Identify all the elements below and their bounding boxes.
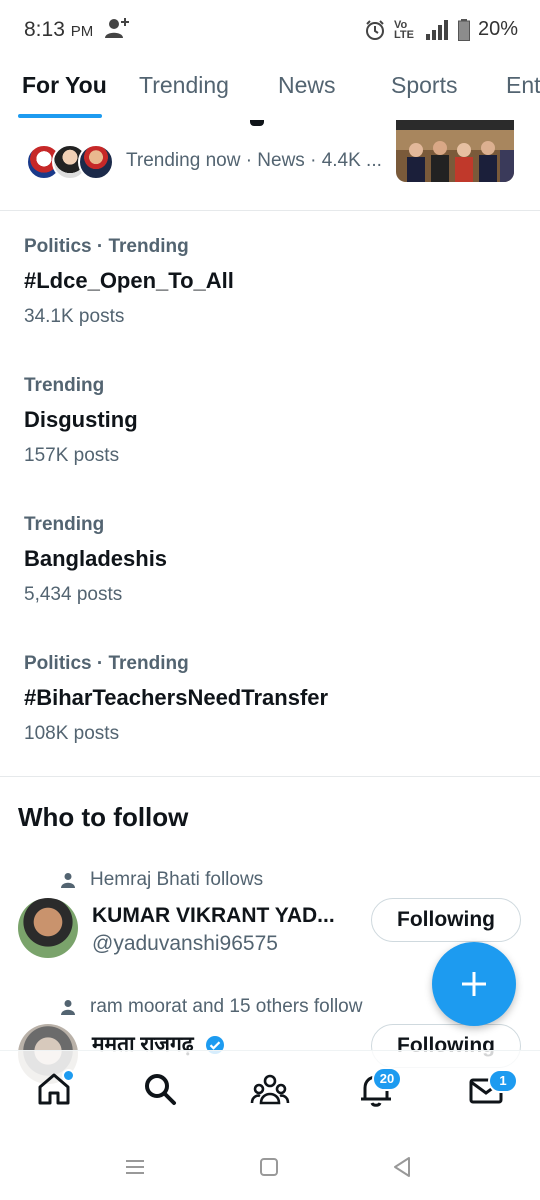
signal-icon	[425, 19, 448, 40]
trend-title: Bangladeshis	[24, 546, 168, 571]
compose-button[interactable]	[432, 942, 516, 1026]
person-icon	[61, 873, 75, 888]
trend-item[interactable]: Politics · Trending #Ldce_Open_To_All 34…	[24, 236, 504, 328]
trend-context: Trending	[24, 514, 105, 535]
trend-item[interactable]: Politics · Trending #BiharTeachersNeedTr…	[24, 653, 504, 745]
trend-title: #Ldce_Open_To_All	[24, 268, 234, 293]
news-thumbnail	[396, 120, 514, 182]
trend-context: Politics · Trending	[24, 653, 189, 674]
news-avatar-3	[78, 144, 114, 180]
social-context: Hemraj Bhati follows	[60, 869, 263, 891]
explore-tabs: For You Trending News Sports Ent	[0, 62, 540, 120]
bottom-navigation: 20 1	[0, 1050, 540, 1131]
network-label: Vo LTE	[393, 18, 414, 41]
back-icon[interactable]	[392, 1156, 412, 1178]
status-right: Vo LTE 20%	[364, 18, 518, 41]
trend-count: 5,434 posts	[24, 584, 123, 605]
nav-explore[interactable]	[140, 1069, 180, 1109]
plus-icon	[462, 972, 486, 996]
tab-trending[interactable]: Trending	[139, 72, 229, 99]
news-meta: Trending now · News · 4.4K ...	[126, 150, 382, 171]
home-unread-dot	[62, 1069, 75, 1082]
notifications-badge: 20	[372, 1067, 402, 1091]
social-context: ram moorat and 15 others follow	[60, 996, 362, 1018]
avatar[interactable]	[18, 898, 78, 958]
social-context-text: Hemraj Bhati follows	[90, 869, 264, 890]
trend-count: 108K posts	[24, 723, 120, 744]
who-to-follow-heading: Who to follow	[18, 802, 189, 832]
following-button[interactable]: Following	[371, 898, 521, 942]
tab-entertainment[interactable]: Ent	[506, 72, 540, 99]
trend-title: #BiharTeachersNeedTransfer	[24, 685, 329, 710]
trend-context: Politics · Trending	[24, 236, 189, 257]
user-name[interactable]: KUMAR VIKRANT YAD...	[92, 904, 335, 928]
nav-notifications[interactable]: 20	[356, 1067, 402, 1109]
nav-home[interactable]	[34, 1069, 75, 1109]
person-icon	[61, 1000, 75, 1015]
social-context-text: ram moorat and 15 others follow	[90, 996, 363, 1017]
tab-for-you[interactable]: For You	[22, 72, 107, 99]
user-handle: @yaduvanshi96575	[92, 932, 278, 955]
alarm-icon	[365, 19, 384, 40]
status-time: 8:13 PM	[24, 18, 94, 41]
trend-count: 34.1K posts	[24, 306, 125, 327]
tab-news[interactable]: News	[278, 72, 336, 99]
status-bar: 8:13 PM Vo LTE 20%	[0, 0, 540, 62]
home-system-icon[interactable]	[259, 1157, 279, 1177]
trend-context: Trending	[24, 375, 105, 396]
trend-item[interactable]: Trending Bangladeshis 5,434 posts	[24, 514, 504, 606]
battery-percent: 20%	[477, 18, 518, 40]
tab-sports[interactable]: Sports	[391, 72, 457, 99]
clipped-headline	[250, 120, 264, 126]
trend-count: 157K posts	[24, 445, 120, 466]
communities-icon	[250, 1074, 290, 1105]
trend-item[interactable]: Trending Disgusting 157K posts	[24, 375, 504, 467]
trend-title: Disgusting	[24, 407, 138, 432]
tab-indicator	[18, 114, 102, 118]
messages-badge: 1	[488, 1069, 518, 1093]
add-contact-icon	[105, 18, 129, 38]
battery-icon	[457, 18, 470, 41]
nav-communities[interactable]	[250, 1069, 290, 1109]
nav-messages[interactable]: 1	[466, 1069, 518, 1109]
recent-apps-icon[interactable]	[124, 1158, 146, 1176]
news-story[interactable]: Trending now · News · 4.4K ...	[0, 120, 540, 211]
system-navigation	[0, 1130, 540, 1200]
news-avatars	[26, 144, 114, 180]
section-divider	[0, 776, 540, 777]
search-icon	[145, 1074, 176, 1105]
